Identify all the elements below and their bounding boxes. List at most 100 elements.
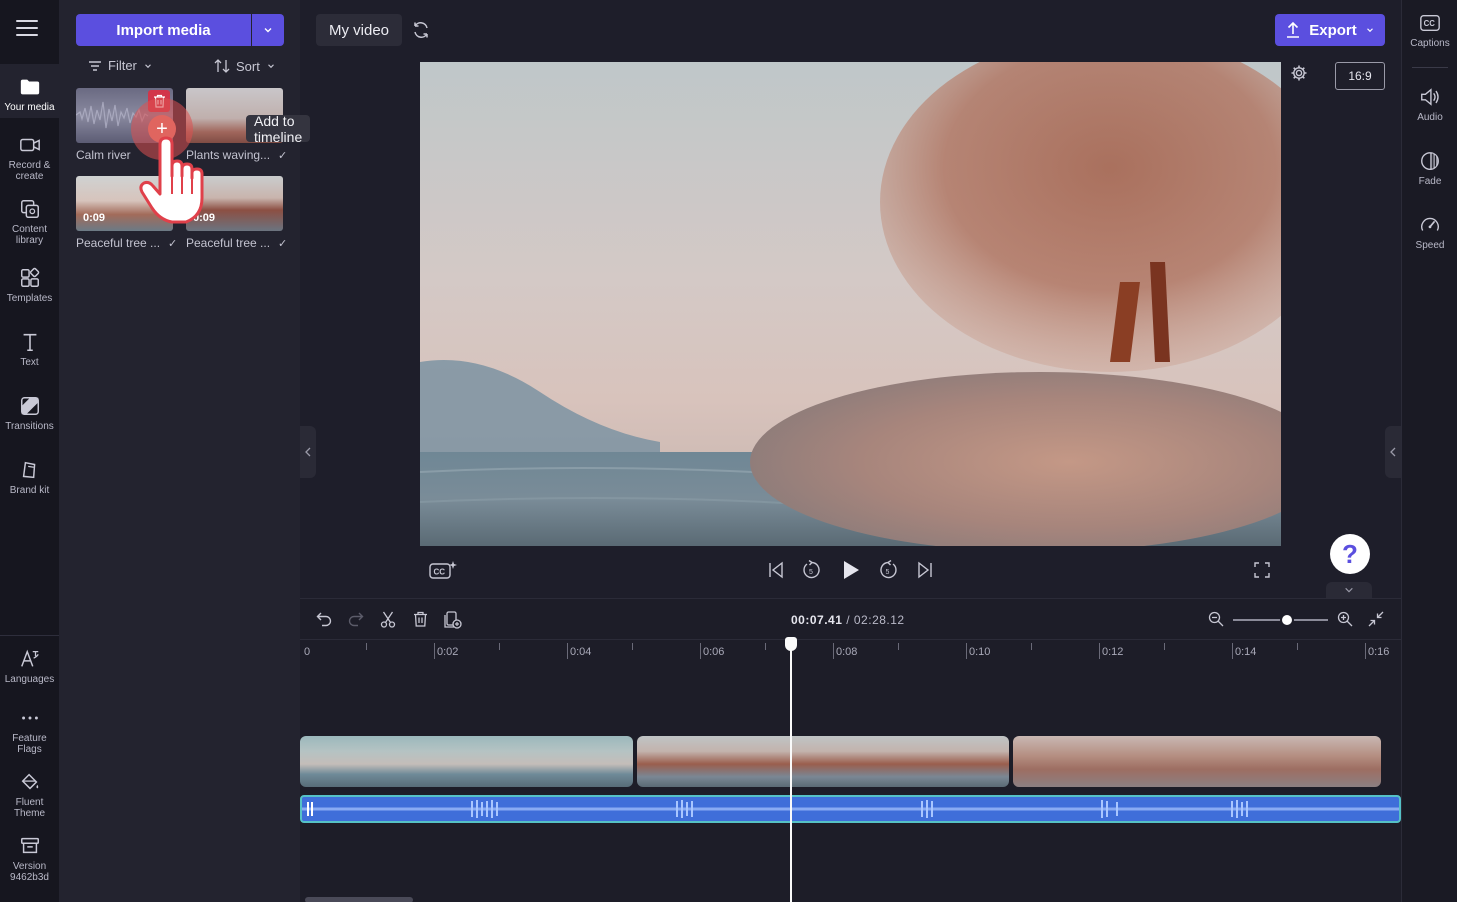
svg-text:5: 5	[886, 569, 890, 576]
check-icon: ✓	[168, 237, 178, 250]
nav-label: Audio	[1417, 112, 1443, 123]
chevron-down-icon	[267, 64, 274, 69]
preview-settings-button[interactable]	[1289, 63, 1309, 83]
skip-back-button[interactable]	[765, 560, 787, 580]
library-icon	[20, 200, 39, 218]
audio-clip-handle[interactable]	[307, 802, 313, 816]
brand-kit-icon	[22, 461, 35, 479]
nav-audio[interactable]: Audio	[1402, 86, 1457, 123]
export-button[interactable]: Export	[1275, 14, 1385, 46]
check-icon: ✓	[278, 237, 288, 250]
nav-languages[interactable]: Languages	[0, 648, 59, 685]
check-icon: ✓	[278, 149, 288, 162]
templates-icon	[20, 267, 39, 287]
ruler-minor-tick	[366, 643, 367, 650]
hamburger-menu-icon[interactable]	[16, 20, 38, 38]
project-title[interactable]: My video	[316, 14, 402, 46]
aspect-ratio-button[interactable]: 16:9	[1335, 62, 1385, 90]
nav-text[interactable]: Text	[0, 331, 59, 368]
undo-button[interactable]	[315, 610, 333, 628]
nav-your-media[interactable]: Your media	[0, 64, 59, 118]
captions-toggle-button[interactable]: CC	[428, 558, 458, 582]
redo-button[interactable]	[347, 610, 365, 628]
right-nav-rail: CC Captions Audio Fade Speed	[1401, 0, 1457, 902]
nav-captions[interactable]: CC Captions	[1402, 12, 1457, 49]
help-button[interactable]: ?	[1330, 534, 1370, 574]
nav-label: Captions	[1410, 38, 1450, 49]
delete-button[interactable]	[411, 610, 429, 628]
ruler-minor-tick	[1031, 643, 1032, 650]
audio-clip[interactable]	[300, 795, 1401, 823]
chevron-left-icon	[305, 447, 311, 457]
captions-icon: CC	[1420, 14, 1440, 32]
text-icon	[23, 333, 36, 352]
media-item-label: Peaceful tree ...	[186, 236, 271, 250]
sync-icon	[414, 22, 428, 38]
nav-transitions[interactable]: Transitions	[0, 395, 59, 432]
current-time: 00:07.41	[791, 613, 843, 627]
video-clip[interactable]	[1013, 736, 1381, 787]
nav-brand-kit[interactable]: Brand kit	[0, 459, 59, 496]
collapse-preview-button[interactable]	[1326, 582, 1372, 598]
timeline: 00:07.41 / 02:28.12 0 0:02 0:04 0:06 0:08 0:1…	[300, 598, 1401, 902]
archive-icon	[20, 837, 39, 854]
upload-icon	[1287, 21, 1300, 38]
nav-label: Languages	[4, 674, 55, 685]
nav-version[interactable]: Version 9462b3d	[0, 835, 59, 883]
video-clip[interactable]	[637, 736, 1009, 787]
nav-fade[interactable]: Fade	[1402, 150, 1457, 187]
playhead-handle[interactable]	[785, 637, 797, 651]
zoom-out-icon	[1208, 611, 1224, 627]
fullscreen-button[interactable]	[1252, 560, 1272, 580]
camera-icon	[19, 138, 40, 152]
zoom-in-button[interactable]	[1336, 610, 1354, 628]
sort-button[interactable]: Sort	[214, 58, 276, 74]
ruler-tick	[1099, 643, 1100, 659]
playhead[interactable]	[790, 639, 792, 902]
duplicate-button[interactable]	[443, 610, 463, 630]
fit-timeline-button[interactable]	[1367, 610, 1385, 628]
ruler-tick	[434, 643, 435, 659]
chevron-down-icon	[1345, 587, 1353, 593]
collapse-properties-button[interactable]	[1385, 426, 1401, 478]
import-dropdown-button[interactable]	[252, 14, 284, 46]
sync-button[interactable]	[410, 19, 432, 41]
media-panel: Import media Filter Sort Calm river Plan…	[59, 0, 316, 902]
ruler-minor-tick	[898, 643, 899, 650]
media-duration: 0:09	[83, 212, 106, 224]
zoom-out-button[interactable]	[1207, 610, 1225, 628]
nav-content-library[interactable]: Content library	[0, 198, 59, 246]
duplicate-add-icon	[444, 611, 462, 629]
ruler-tick	[833, 643, 834, 659]
filter-label: Filter	[108, 58, 137, 73]
play-button[interactable]	[840, 559, 862, 581]
gear-icon	[1291, 65, 1307, 81]
timeline-scrollbar[interactable]	[305, 897, 413, 902]
timeline-ruler[interactable]: 0 0:02 0:04 0:06 0:08 0:10 0:12 0:14 0:16	[300, 643, 1401, 665]
media-item-label: Peaceful tree ...	[76, 236, 161, 250]
video-clip[interactable]	[300, 736, 633, 787]
video-preview[interactable]	[420, 62, 1281, 546]
scissors-icon	[380, 611, 396, 628]
rewind-5-button[interactable]: 5	[801, 559, 823, 581]
zoom-slider-thumb[interactable]	[1280, 613, 1294, 627]
languages-icon	[20, 649, 39, 667]
forward-5-button[interactable]: 5	[877, 559, 899, 581]
ruler-label: 0	[304, 646, 311, 658]
audio-waveform	[302, 800, 1399, 818]
nav-speed[interactable]: Speed	[1402, 214, 1457, 251]
nav-feature-flags[interactable]: Feature Flags	[0, 707, 59, 755]
filter-button[interactable]: Filter	[88, 58, 153, 73]
import-media-button[interactable]: Import media	[76, 14, 251, 46]
nav-record-create[interactable]: Record & create	[0, 134, 59, 182]
ruler-label: 0:16	[1368, 646, 1390, 658]
split-button[interactable]	[379, 610, 397, 628]
collapse-media-panel-button[interactable]	[300, 426, 316, 478]
skip-forward-button[interactable]	[914, 560, 936, 580]
ruler-minor-tick	[1297, 643, 1298, 650]
nav-templates[interactable]: Templates	[0, 267, 59, 304]
nav-label: Version 9462b3d	[10, 861, 49, 883]
ruler-label: 0:14	[1235, 646, 1257, 658]
nav-fluent-theme[interactable]: Fluent Theme	[0, 771, 59, 819]
ruler-minor-tick	[765, 643, 766, 650]
